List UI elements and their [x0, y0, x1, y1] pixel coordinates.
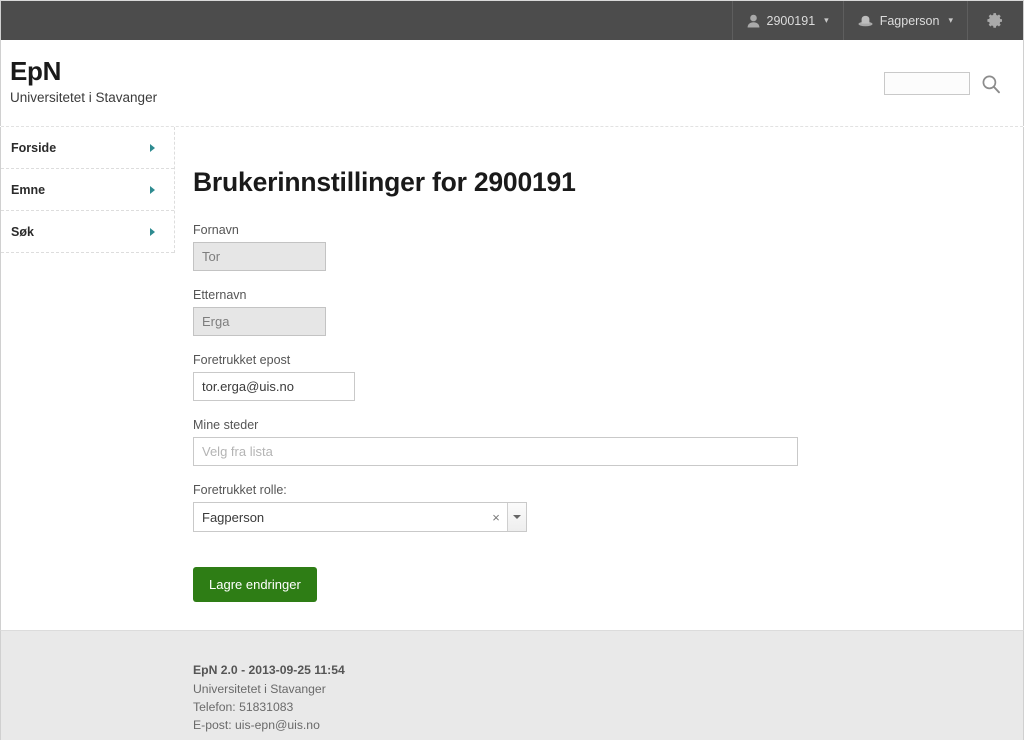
- footer-email: E-post: uis-epn@uis.no: [193, 718, 320, 732]
- field-foretrukket-rolle: Foretrukket rolle: Fagperson ×: [193, 483, 1023, 532]
- chevron-right-icon: [150, 227, 155, 236]
- page-body: Forside Emne Søk Brukerinnstillinger for…: [0, 127, 1024, 630]
- site-search: [884, 72, 1001, 95]
- field-etternavn: Etternavn: [193, 288, 1023, 336]
- field-fornavn: Fornavn: [193, 223, 1023, 271]
- gear-icon: [986, 11, 1005, 30]
- mine-steder-input[interactable]: [193, 437, 798, 466]
- field-epost: Foretrukket epost: [193, 353, 1023, 401]
- etternavn-input: [193, 307, 326, 336]
- role-select[interactable]: Fagperson ×: [193, 502, 527, 532]
- role-selected-value[interactable]: Fagperson: [194, 503, 485, 531]
- field-label: Foretrukket rolle:: [193, 483, 287, 497]
- brand-subtitle: Universitetet i Stavanger: [10, 90, 158, 106]
- search-icon[interactable]: [981, 74, 1001, 94]
- field-label: Mine steder: [193, 418, 259, 432]
- sidebar-item-sok[interactable]: Søk: [1, 211, 174, 253]
- field-label: Fornavn: [193, 223, 239, 237]
- top-utility-bar: 2900191 ▾ Fagperson ▾: [0, 0, 1024, 40]
- topbar-role-label: Fagperson: [879, 13, 940, 28]
- sidebar-nav: Forside Emne Søk: [1, 127, 175, 253]
- topbar-user-menu[interactable]: 2900191 ▾: [731, 1, 843, 40]
- field-label: Foretrukket epost: [193, 353, 291, 367]
- footer-organisation: Universitetet i Stavanger: [193, 682, 326, 696]
- user-icon: [747, 14, 760, 28]
- sidebar-item-forside[interactable]: Forside: [1, 127, 174, 169]
- page-title: Brukerinnstillinger for 2900191: [193, 167, 576, 197]
- footer-version: EpN 2.0 - 2013-09-25 11:54: [193, 663, 345, 677]
- save-button[interactable]: Lagre endringer: [193, 567, 317, 602]
- site-footer: EpN 2.0 - 2013-09-25 11:54 Universitetet…: [0, 630, 1024, 740]
- clear-icon[interactable]: ×: [485, 503, 507, 531]
- sidebar-item-label: Søk: [11, 224, 34, 239]
- chevron-right-icon: [150, 143, 155, 152]
- field-mine-steder: Mine steder: [193, 418, 1023, 466]
- chevron-down-icon[interactable]: [507, 503, 526, 531]
- topbar-user-label: 2900191: [766, 13, 816, 28]
- brand-title: EpN: [10, 56, 62, 86]
- brand-logo[interactable]: EpN Universitetet i Stavanger: [10, 56, 158, 106]
- chevron-right-icon: [150, 185, 155, 194]
- epost-input[interactable]: [193, 372, 355, 401]
- site-header: EpN Universitetet i Stavanger: [0, 40, 1024, 126]
- sidebar-item-emne[interactable]: Emne: [1, 169, 174, 211]
- sidebar-item-label: Emne: [11, 182, 46, 197]
- main-content: Brukerinnstillinger for 2900191 Fornavn …: [193, 127, 1023, 602]
- fornavn-input: [193, 242, 326, 271]
- sidebar-item-label: Forside: [11, 140, 57, 155]
- topbar-role-menu[interactable]: Fagperson ▾: [842, 1, 967, 40]
- chevron-down-glyph: [513, 515, 521, 519]
- footer-phone: Telefon: 51831083: [193, 700, 294, 714]
- chevron-down-icon: ▾: [948, 15, 953, 25]
- search-input[interactable]: [884, 72, 970, 95]
- settings-button[interactable]: [967, 1, 1023, 40]
- hat-icon: [858, 15, 873, 27]
- chevron-down-icon: ▾: [824, 15, 829, 25]
- field-label: Etternavn: [193, 288, 247, 302]
